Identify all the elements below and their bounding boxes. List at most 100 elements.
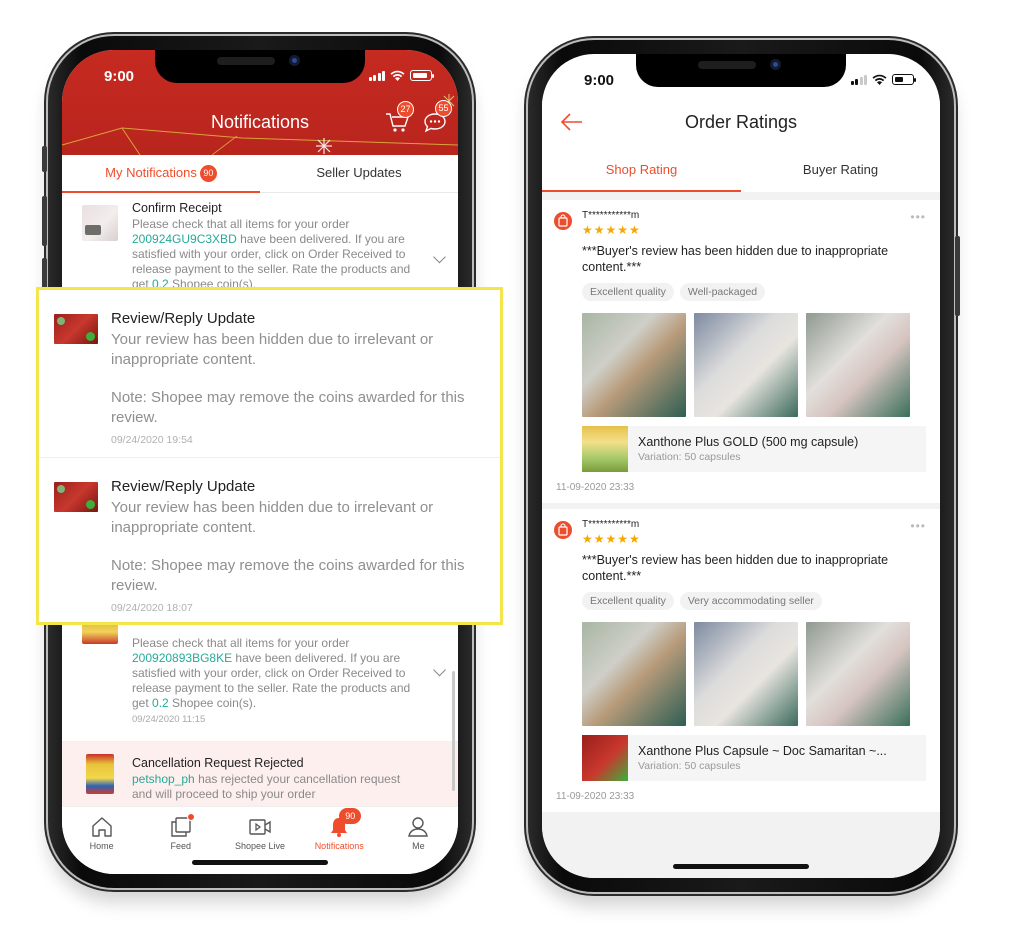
home-icon bbox=[91, 817, 112, 837]
chevron-down-icon[interactable] bbox=[433, 663, 446, 677]
nav-shopee-live[interactable]: Shopee Live bbox=[220, 815, 299, 874]
notification-body: petshop_ph has rejected your cancellatio… bbox=[132, 772, 414, 802]
shop-bag-icon bbox=[554, 212, 572, 230]
notification-title: Confirm Receipt bbox=[132, 201, 222, 215]
signal-icon bbox=[850, 75, 867, 85]
review-photo[interactable] bbox=[806, 622, 910, 726]
nav-label: Shopee Live bbox=[234, 841, 286, 851]
home-indicator bbox=[192, 860, 328, 865]
ratings-list: ••• T***********m ★★★★★ ***Buyer's revie… bbox=[542, 192, 940, 878]
page-title: Order Ratings bbox=[684, 112, 798, 132]
screen: 9:00 Order Ratings Shop Rating Buyer Rat… bbox=[542, 54, 940, 878]
power-button bbox=[955, 236, 960, 316]
review-photos bbox=[582, 622, 926, 726]
signal-icon bbox=[368, 71, 385, 81]
product-variation: Variation: 50 capsules bbox=[638, 760, 741, 772]
chat-badge: 55 bbox=[435, 100, 452, 117]
scrollbar[interactable] bbox=[452, 671, 455, 791]
notification-note: Note: Shopee may remove the coins awarde… bbox=[111, 557, 465, 594]
notification-time: 09/24/2020 19:54 bbox=[111, 434, 193, 446]
review-photo[interactable] bbox=[582, 313, 686, 417]
tab-my-notifications[interactable]: My Notifications 90 bbox=[62, 155, 260, 193]
nav-label: Notifications bbox=[314, 841, 364, 851]
product-link[interactable]: Xanthone Plus GOLD (500 mg capsule) Vari… bbox=[582, 426, 926, 472]
review-photos bbox=[582, 313, 926, 417]
review-photo[interactable] bbox=[582, 622, 686, 726]
body-text: Shopee coin(s). bbox=[168, 696, 257, 710]
notification-title: Review/Reply Update bbox=[111, 310, 256, 327]
battery-icon bbox=[410, 70, 434, 81]
star-rating: ★★★★★ bbox=[582, 532, 641, 546]
review-tag: Excellent quality bbox=[582, 592, 674, 610]
shop-link[interactable]: petshop_ph bbox=[132, 772, 195, 786]
reviewer-name: T***********m bbox=[582, 519, 640, 530]
product-thumbnail bbox=[54, 482, 98, 512]
nav-notifications[interactable]: 90 Notifications bbox=[300, 808, 379, 874]
nav-label: Feed bbox=[170, 841, 192, 851]
review-tag: Excellent quality bbox=[582, 283, 674, 301]
nav-label: Me bbox=[412, 841, 425, 851]
wifi-icon bbox=[390, 70, 405, 81]
star-rating: ★★★★★ bbox=[582, 223, 641, 237]
review-text: ***Buyer's review has been hidden due to… bbox=[582, 553, 889, 583]
notification-body: Your review has been hidden due to irrel… bbox=[111, 499, 434, 536]
nav-home[interactable]: Home bbox=[62, 815, 141, 874]
tab-seller-updates[interactable]: Seller Updates bbox=[260, 155, 458, 192]
product-thumbnail bbox=[54, 314, 98, 344]
volume-up-button bbox=[42, 196, 47, 246]
product-thumbnail bbox=[86, 754, 114, 794]
notification-item[interactable]: Review/Reply Update Your review has been… bbox=[39, 457, 500, 624]
more-options-icon[interactable]: ••• bbox=[910, 519, 926, 533]
cart-badge: 27 bbox=[397, 101, 414, 118]
notification-body: Please check that all items for your ord… bbox=[132, 636, 414, 711]
notification-time: 09/24/2020 11:15 bbox=[132, 714, 206, 725]
review-card: ••• T***********m ★★★★★ ***Buyer's revie… bbox=[542, 509, 940, 812]
product-variation: Variation: 50 capsules bbox=[638, 451, 741, 463]
tab-badge: 90 bbox=[199, 165, 217, 182]
tab-label: My Notifications bbox=[105, 165, 197, 180]
cart-button[interactable]: 27 bbox=[385, 101, 414, 134]
notification-item[interactable]: Please check that all items for your ord… bbox=[62, 620, 458, 742]
status-time: 9:00 bbox=[104, 68, 135, 85]
home-indicator bbox=[673, 864, 809, 869]
notifications-badge: 90 bbox=[339, 808, 362, 824]
feed-dot-indicator bbox=[186, 813, 195, 821]
tab-buyer-rating[interactable]: Buyer Rating bbox=[741, 148, 940, 192]
battery-icon bbox=[892, 74, 916, 85]
highlighted-notifications: Review/Reply Update Your review has been… bbox=[36, 287, 503, 625]
user-icon bbox=[408, 817, 429, 837]
notification-note: Note: Shopee may remove the coins awarde… bbox=[111, 389, 465, 426]
nav-me[interactable]: Me bbox=[379, 815, 458, 874]
notification-item[interactable]: Cancellation Request Rejected petshop_ph… bbox=[62, 742, 458, 806]
shop-bag-icon bbox=[554, 521, 572, 539]
review-date: 11-09-2020 23:33 bbox=[556, 482, 635, 493]
review-photo[interactable] bbox=[806, 313, 910, 417]
wifi-icon bbox=[872, 74, 887, 85]
nav-label: Home bbox=[89, 841, 114, 851]
product-name: Xanthone Plus GOLD (500 mg capsule) bbox=[638, 435, 859, 449]
phone-order-ratings: 9:00 Order Ratings Shop Rating Buyer Rat… bbox=[528, 40, 960, 892]
product-link[interactable]: Xanthone Plus Capsule ~ Doc Samaritan ~.… bbox=[582, 735, 926, 781]
rating-tabs: Shop Rating Buyer Rating bbox=[542, 148, 940, 192]
coins-amount: 0.2 bbox=[152, 696, 169, 710]
tab-shop-rating[interactable]: Shop Rating bbox=[542, 148, 741, 192]
body-text: Please check that all items for your ord… bbox=[132, 217, 350, 231]
more-options-icon[interactable]: ••• bbox=[910, 210, 926, 224]
review-photo[interactable] bbox=[694, 313, 798, 417]
notch bbox=[636, 54, 846, 87]
review-card: ••• T***********m ★★★★★ ***Buyer's revie… bbox=[542, 200, 940, 503]
nav-feed[interactable]: Feed bbox=[141, 813, 220, 874]
product-thumbnail bbox=[582, 426, 628, 472]
review-tag: Very accommodating seller bbox=[679, 592, 822, 610]
order-id-link[interactable]: 200920893BG8KE bbox=[132, 651, 232, 665]
chevron-down-icon[interactable] bbox=[433, 250, 446, 264]
review-photo[interactable] bbox=[694, 622, 798, 726]
order-ratings-header: Order Ratings bbox=[542, 98, 940, 148]
notification-time: 09/24/2020 18:07 bbox=[111, 602, 193, 614]
review-tags: Excellent quality Very accommodating sel… bbox=[582, 592, 926, 610]
order-id-link[interactable]: 200924GU9C3XBD bbox=[132, 232, 237, 246]
notification-item[interactable]: Review/Reply Update Your review has been… bbox=[39, 290, 500, 457]
notification-body: Your review has been hidden due to irrel… bbox=[111, 331, 434, 368]
notch bbox=[155, 50, 365, 83]
chat-button[interactable]: 55 bbox=[422, 100, 452, 134]
